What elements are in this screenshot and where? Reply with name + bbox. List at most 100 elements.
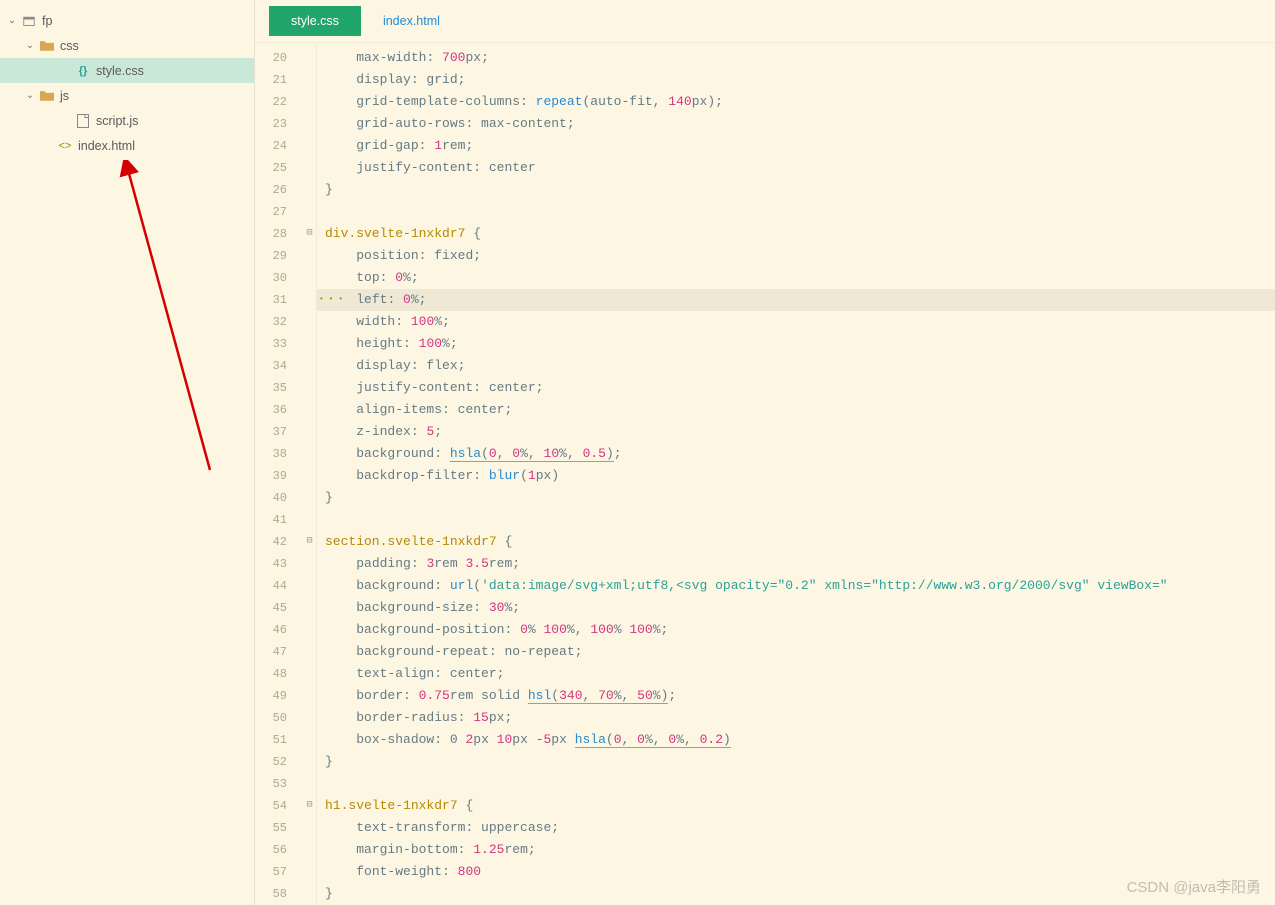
code-line[interactable]: background-repeat: no-repeat; — [325, 641, 1275, 663]
line-number: 43 — [255, 553, 287, 575]
line-number: 57 — [255, 861, 287, 883]
fold-spacer — [303, 465, 316, 487]
code-line[interactable]: border-radius: 15px; — [325, 707, 1275, 729]
code-line[interactable]: background: url('data:image/svg+xml;utf8… — [325, 575, 1275, 597]
code-line[interactable] — [325, 509, 1275, 531]
tab-index-html[interactable]: index.html — [361, 6, 462, 36]
tree-item-css[interactable]: ⌄css — [0, 33, 254, 58]
code-line[interactable] — [325, 773, 1275, 795]
fold-spacer — [303, 663, 316, 685]
code-line[interactable]: div.svelte-1nxkdr7 { — [325, 223, 1275, 245]
fold-spacer — [303, 201, 316, 223]
fold-spacer — [303, 333, 316, 355]
fold-spacer — [303, 685, 316, 707]
fold-spacer — [303, 773, 316, 795]
code-line[interactable]: width: 100%; — [325, 311, 1275, 333]
code-line[interactable]: h1.svelte-1nxkdr7 { — [325, 795, 1275, 817]
code-line[interactable]: backdrop-filter: blur(1px) — [325, 465, 1275, 487]
fold-spacer — [303, 575, 316, 597]
code-line[interactable]: padding: 3rem 3.5rem; — [325, 553, 1275, 575]
line-number: 55 — [255, 817, 287, 839]
code-line[interactable]: } — [325, 487, 1275, 509]
code-content[interactable]: max-width: 700px; display: grid; grid-te… — [317, 43, 1275, 905]
fold-spacer — [303, 47, 316, 69]
fold-column: ⊟ ⊟ ⊟ — [303, 43, 317, 905]
code-line[interactable]: display: flex; — [325, 355, 1275, 377]
code-line[interactable]: position: fixed; — [325, 245, 1275, 267]
code-line[interactable]: align-items: center; — [325, 399, 1275, 421]
tree-item-label: script.js — [96, 114, 138, 128]
fold-spacer — [303, 619, 316, 641]
code-line[interactable]: background-position: 0% 100%, 100% 100%; — [325, 619, 1275, 641]
fold-spacer — [303, 311, 316, 333]
fold-spacer — [303, 553, 316, 575]
fold-spacer — [303, 289, 316, 311]
line-number: 22 — [255, 91, 287, 113]
code-line[interactable]: section.svelte-1nxkdr7 { — [325, 531, 1275, 553]
tab-style-css[interactable]: style.css — [269, 6, 361, 36]
file-tree-sidebar: ⌄fp⌄css{}style.css⌄js script.js <> index.ht… — [0, 0, 255, 905]
code-line[interactable]: } — [325, 179, 1275, 201]
code-line[interactable] — [325, 201, 1275, 223]
line-number: 41 — [255, 509, 287, 531]
code-line[interactable]: justify-content: center; — [325, 377, 1275, 399]
tree-item-index-html[interactable]: <> index.html — [0, 133, 254, 158]
code-line[interactable]: border: 0.75rem solid hsl(340, 70%, 50%)… — [325, 685, 1275, 707]
code-line[interactable]: margin-bottom: 1.25rem; — [325, 839, 1275, 861]
code-line[interactable]: } — [325, 751, 1275, 773]
tree-item-style-css[interactable]: {}style.css — [0, 58, 254, 83]
line-number: 49 — [255, 685, 287, 707]
code-line[interactable]: grid-auto-rows: max-content; — [325, 113, 1275, 135]
fold-spacer — [303, 91, 316, 113]
line-number: 29 — [255, 245, 287, 267]
tree-item-fp[interactable]: ⌄fp — [0, 8, 254, 33]
js-file-icon — [74, 114, 92, 128]
fold-spacer — [303, 421, 316, 443]
code-line[interactable]: top: 0%; — [325, 267, 1275, 289]
line-number: 53 — [255, 773, 287, 795]
code-line[interactable]: z-index: 5; — [325, 421, 1275, 443]
code-line[interactable]: grid-template-columns: repeat(auto-fit, … — [325, 91, 1275, 113]
code-line[interactable]: background: hsla(0, 0%, 10%, 0.5); — [325, 443, 1275, 465]
line-number: 27 — [255, 201, 287, 223]
fold-toggle-icon[interactable]: ⊟ — [303, 223, 316, 245]
tree-item-label: css — [60, 39, 79, 53]
code-line[interactable]: text-transform: uppercase; — [325, 817, 1275, 839]
tree-item-label: style.css — [96, 64, 144, 78]
fold-spacer — [303, 883, 316, 905]
code-line[interactable]: left: 0%; — [317, 289, 1275, 311]
code-line[interactable]: text-align: center; — [325, 663, 1275, 685]
line-number: 30 — [255, 267, 287, 289]
line-number: 31 — [255, 289, 287, 311]
line-number: 35 — [255, 377, 287, 399]
line-number: 20 — [255, 47, 287, 69]
line-number: 50 — [255, 707, 287, 729]
editor-main: style.cssindex.html 20212223242526272829… — [255, 0, 1275, 905]
code-line[interactable]: box-shadow: 0 2px 10px -5px hsla(0, 0%, … — [325, 729, 1275, 751]
fold-spacer — [303, 487, 316, 509]
code-line[interactable]: height: 100%; — [325, 333, 1275, 355]
line-number: 54 — [255, 795, 287, 817]
code-line[interactable]: grid-gap: 1rem; — [325, 135, 1275, 157]
tree-item-js[interactable]: ⌄js — [0, 83, 254, 108]
watermark-text: CSDN @java李阳勇 — [1127, 876, 1261, 897]
fold-toggle-icon[interactable]: ⊟ — [303, 531, 316, 553]
code-line[interactable]: max-width: 700px; — [325, 47, 1275, 69]
fold-spacer — [303, 751, 316, 773]
code-line[interactable]: background-size: 30%; — [325, 597, 1275, 619]
line-number: 33 — [255, 333, 287, 355]
line-number: 47 — [255, 641, 287, 663]
fold-toggle-icon[interactable]: ⊟ — [303, 795, 316, 817]
line-number: 45 — [255, 597, 287, 619]
code-editor[interactable]: 2021222324252627282930313233343536373839… — [255, 42, 1275, 905]
tree-item-label: fp — [42, 14, 52, 28]
html-file-icon: <> — [56, 140, 74, 152]
code-line[interactable]: display: grid; — [325, 69, 1275, 91]
code-line[interactable]: justify-content: center — [325, 157, 1275, 179]
tab-bar: style.cssindex.html — [255, 0, 1275, 42]
tree-item-label: index.html — [78, 139, 135, 153]
fold-spacer — [303, 443, 316, 465]
line-number: 25 — [255, 157, 287, 179]
tree-item-script-js[interactable]: script.js — [0, 108, 254, 133]
line-number: 51 — [255, 729, 287, 751]
